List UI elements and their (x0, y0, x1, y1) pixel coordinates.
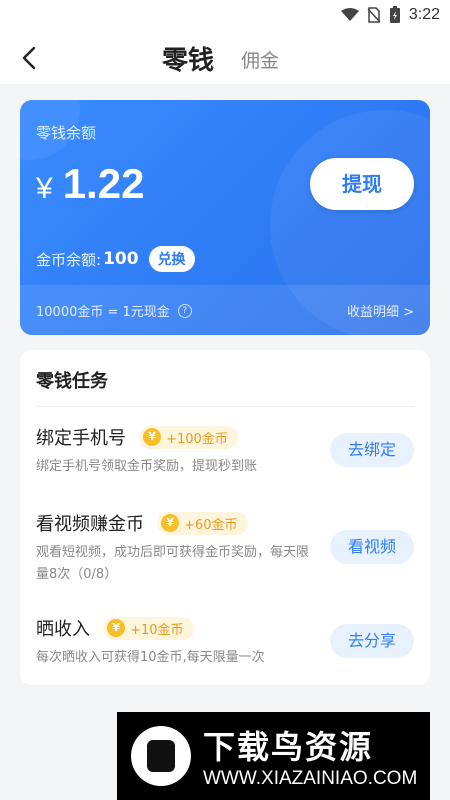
tab-wallet[interactable]: 零钱 (162, 40, 214, 77)
reward-badge: ¥ +60金币 (157, 511, 248, 535)
reward-text: +10金币 (130, 622, 184, 638)
coin-balance-value: 100 (103, 249, 139, 269)
coin-balance-row: 金币余额: 100 兑换 (36, 246, 195, 272)
reward-badge: ¥ +100金币 (139, 425, 238, 449)
exchange-rate-text: 10000金币 = 1元现金 (36, 305, 170, 320)
tasks-title: 零钱任务 (36, 371, 108, 392)
watermark-title: 下载鸟资源 (203, 728, 374, 766)
status-time: 3:22 (408, 6, 440, 23)
battery-charging-icon (389, 6, 400, 23)
exchange-button[interactable]: 兑换 (148, 246, 195, 272)
back-button[interactable] (14, 42, 46, 74)
balance-value: 1.22 (62, 160, 145, 207)
chevron-left-icon (22, 46, 36, 70)
exchange-rate: 10000金币 = 1元现金 ? (36, 301, 192, 320)
task-desc: 观看短视频，成功后即可获得金币奖励，每天限量8次（0/8） (36, 545, 310, 582)
task-item-watch-video: 看视频赚金币 ¥ +60金币 观看短视频，成功后即可获得金币奖励，每天限量8次（0… (36, 510, 414, 586)
reward-badge: ¥ +10金币 (103, 616, 194, 640)
help-icon[interactable]: ? (177, 303, 192, 318)
tasks-card: 零钱任务 绑定手机号 ¥ +100金币 绑定手机号领取金币奖励，提现秒到账 去绑定… (20, 350, 430, 685)
divider (36, 406, 414, 407)
task-item-bind-phone: 绑定手机号 ¥ +100金币 绑定手机号领取金币奖励，提现秒到账 去绑定 (36, 424, 414, 478)
reward-text: +60金币 (184, 517, 238, 533)
task-desc: 绑定手机号领取金币奖励，提现秒到账 (36, 459, 258, 474)
status-bar: 3:22 (0, 0, 450, 32)
balance-amount: ¥1.22 (36, 160, 144, 208)
reward-text: +100金币 (166, 431, 228, 447)
withdraw-button[interactable]: 提现 (310, 158, 414, 210)
coin-icon: ¥ (107, 619, 126, 637)
task-name: 晒收入 (36, 619, 90, 640)
share-button[interactable]: 去分享 (330, 624, 414, 658)
balance-card: 零钱余额 ¥1.22 提现 金币余额: 100 兑换 10000金币 = 1元现… (20, 100, 430, 335)
coin-balance-label: 金币余额: (36, 250, 102, 269)
tab-commission[interactable]: 佣金 (241, 46, 279, 73)
no-sim-icon (367, 7, 381, 23)
bind-phone-button[interactable]: 去绑定 (330, 433, 414, 467)
watermark: 下载鸟资源 WWW.XIAZAINIAO.COM (117, 712, 430, 800)
watermark-url: WWW.XIAZAINIAO.COM (203, 768, 418, 789)
earnings-detail-link[interactable]: 收益明细 > (347, 301, 414, 320)
watch-video-button[interactable]: 看视频 (330, 530, 414, 564)
currency-symbol: ¥ (36, 172, 53, 205)
balance-label: 零钱余额 (36, 124, 97, 142)
coin-icon: ¥ (161, 514, 180, 532)
task-item-share-income: 晒收入 ¥ +10金币 每次晒收入可获得10金币,每天限量一次 去分享 (36, 615, 414, 669)
wifi-icon (340, 8, 359, 21)
task-desc: 每次晒收入可获得10金币,每天限量一次 (36, 650, 265, 665)
task-name: 绑定手机号 (36, 428, 126, 449)
watermark-logo (131, 726, 191, 786)
card-footer: 10000金币 = 1元现金 ? 收益明细 > (20, 285, 430, 335)
top-bar: 零钱 佣金 (0, 32, 450, 84)
task-name: 看视频赚金币 (36, 514, 144, 535)
coin-icon: ¥ (143, 428, 162, 446)
